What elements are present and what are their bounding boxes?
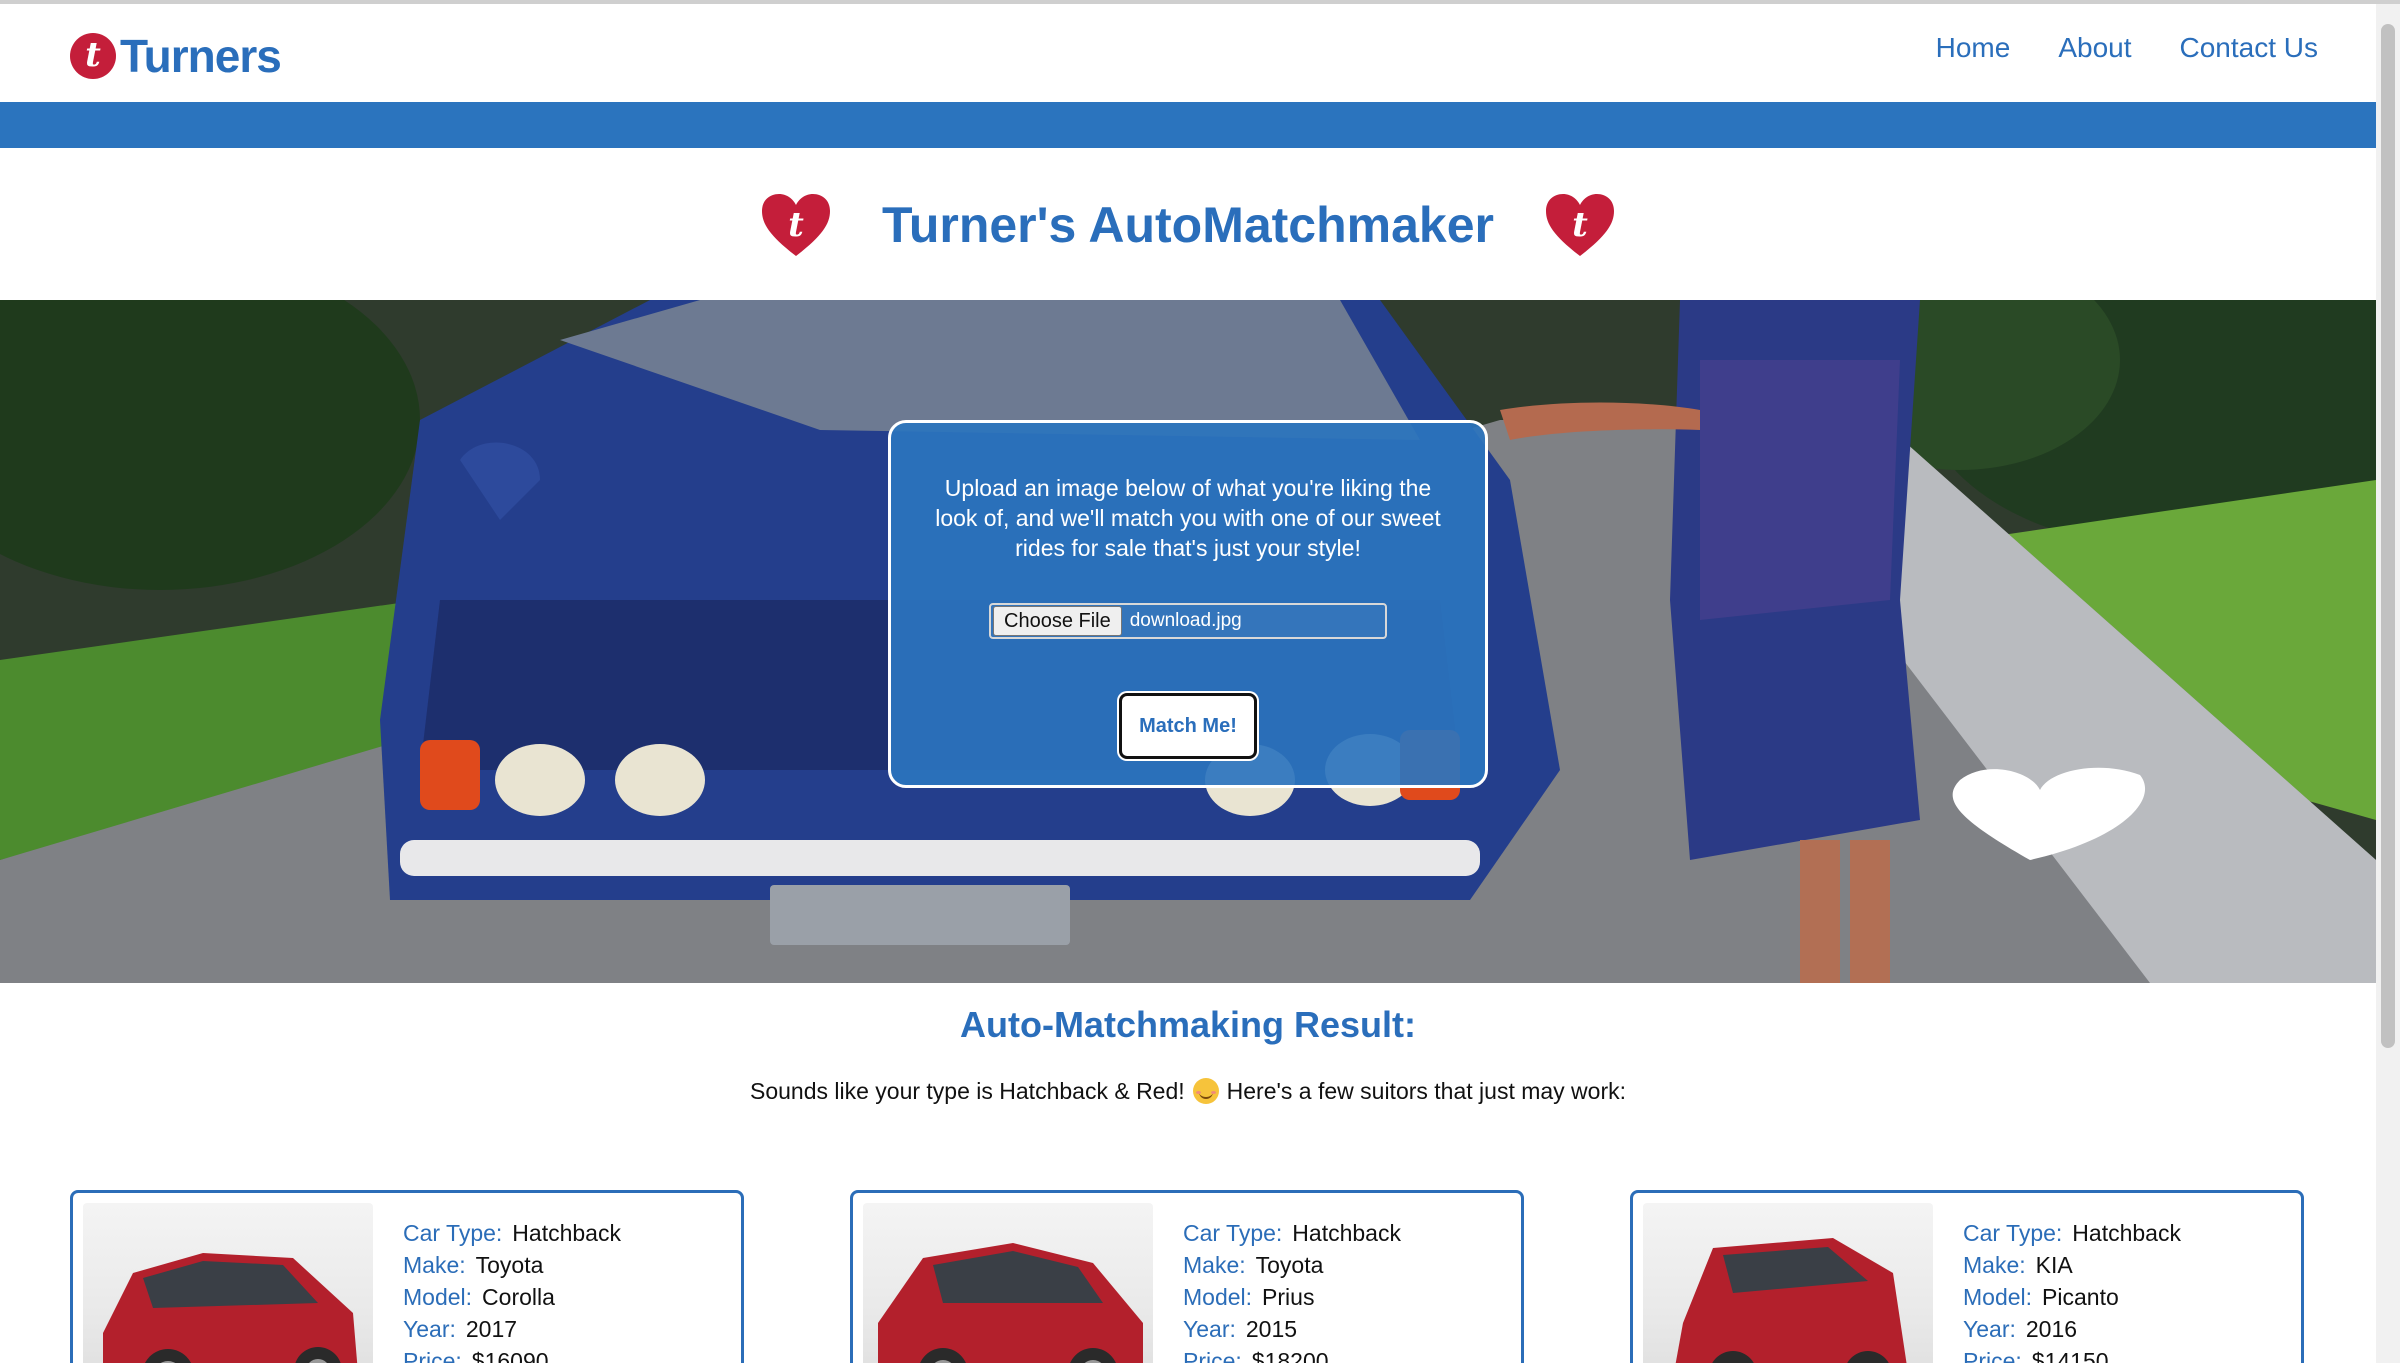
car-card[interactable]: Car Type: Hatchback Make: Toyota Model: Cor… [70, 1190, 744, 1363]
price-label: Price: [403, 1348, 462, 1363]
car-type-label: Car Type: [1963, 1220, 2063, 1246]
upload-panel: Upload an image below of what you're lik… [888, 420, 1488, 788]
header-band [0, 102, 2376, 148]
year-value: 2017 [465, 1316, 518, 1342]
turners-logo-icon: t [70, 33, 116, 79]
make-value: Toyota [475, 1252, 544, 1278]
model-value: Prius [1262, 1284, 1315, 1310]
logo-mark-letter: t [85, 35, 101, 75]
result-summary-lead: Sounds like your type is Hatchback & Red… [749, 1078, 1185, 1104]
make-value: Toyota [1255, 1252, 1324, 1278]
car-details: Car Type: Hatchback Make: Toyota Model: Cor… [403, 1217, 621, 1363]
make-label: Make: [1963, 1252, 2026, 1278]
red-hatchback-image [103, 1253, 358, 1363]
upload-instructions: Upload an image below of what you're lik… [935, 475, 1441, 561]
heart-left-letter: t [788, 205, 804, 245]
page: t Turners Home About Contact Us t Turner… [0, 0, 2400, 1363]
selected-file-name: download.jpg [1129, 610, 1242, 631]
price-value: $16090 [471, 1348, 549, 1363]
match-me-button[interactable]: Match Me! [1119, 693, 1257, 759]
heart-right-letter: t [1572, 205, 1588, 245]
car-type-label: Car Type: [403, 1220, 503, 1246]
nav-about-link[interactable]: About [2058, 32, 2131, 64]
year-value: 2015 [1245, 1316, 1298, 1342]
scrollbar-thumb[interactable] [2381, 24, 2395, 1048]
hero-banner-image: Upload an image below of what you're lik… [0, 300, 2376, 983]
car-details: Car Type: Hatchback Make: Toyota Model: Pri… [1183, 1217, 1401, 1363]
result-summary: Sounds like your type is Hatchback & Red… [0, 1078, 2376, 1105]
car-photo [863, 1203, 1153, 1363]
model-value: Corolla [482, 1284, 555, 1310]
car-card[interactable]: Car Type: Hatchback Make: KIA Model: Picant… [1630, 1190, 2304, 1363]
result-cards: Car Type: Hatchback Make: Toyota Model: Cor… [70, 1190, 2310, 1363]
smiling-face-icon [1192, 1078, 1219, 1104]
car-type-value: Hatchback [512, 1220, 621, 1246]
year-label: Year: [403, 1316, 456, 1342]
main-nav: Home About Contact Us [1936, 32, 2318, 64]
brand-name: Turners [120, 30, 282, 82]
car-card[interactable]: Car Type: Hatchback Make: Toyota Model: Pri… [850, 1190, 1524, 1363]
choose-file-button[interactable]: Choose File [993, 606, 1122, 636]
price-value: $18200 [1251, 1348, 1329, 1363]
car-details: Car Type: Hatchback Make: KIA Model: Picant… [1963, 1217, 2181, 1363]
model-value: Picanto [2042, 1284, 2119, 1310]
car-type-value: Hatchback [1292, 1220, 1401, 1246]
model-label: Model: [403, 1284, 473, 1310]
car-type-value: Hatchback [2072, 1220, 2181, 1246]
page-title: Turner's AutoMatchmaker [881, 197, 1494, 253]
navbar: t Turners Home About Contact Us [0, 4, 2376, 102]
car-type-label: Car Type: [1183, 1220, 1283, 1246]
file-upload-input[interactable]: Choose File download.jpg [989, 603, 1387, 639]
nav-contact-link[interactable]: Contact Us [2180, 32, 2319, 64]
price-label: Price: [1183, 1348, 1242, 1363]
year-value: 2016 [2025, 1316, 2078, 1342]
heart-logo-icon: t [761, 194, 830, 256]
model-label: Model: [1183, 1284, 1253, 1310]
hero-title-row: t Turner's AutoMatchmaker t [0, 180, 2376, 270]
result-heading: Auto-Matchmaking Result: [959, 1004, 1416, 1045]
red-hatchback-image [878, 1243, 1143, 1363]
nav-home-link[interactable]: Home [1936, 32, 2011, 64]
car-photo [1643, 1203, 1933, 1363]
price-label: Price: [1963, 1348, 2022, 1363]
year-label: Year: [1183, 1316, 1236, 1342]
model-label: Model: [1963, 1284, 2033, 1310]
page-scrollbar[interactable] [2376, 4, 2400, 1363]
red-hatchback-image [1675, 1238, 1907, 1363]
brand-logo[interactable]: t Turners [70, 28, 282, 84]
heart-logo-icon: t [1546, 194, 1614, 256]
make-label: Make: [1183, 1252, 1246, 1278]
make-value: KIA [2035, 1252, 2073, 1278]
year-label: Year: [1963, 1316, 2016, 1342]
car-photo [83, 1203, 373, 1363]
make-label: Make: [403, 1252, 466, 1278]
result-summary-tail: Here's a few suitors that just may work: [1226, 1078, 1627, 1104]
price-value: $14150 [2031, 1348, 2109, 1363]
